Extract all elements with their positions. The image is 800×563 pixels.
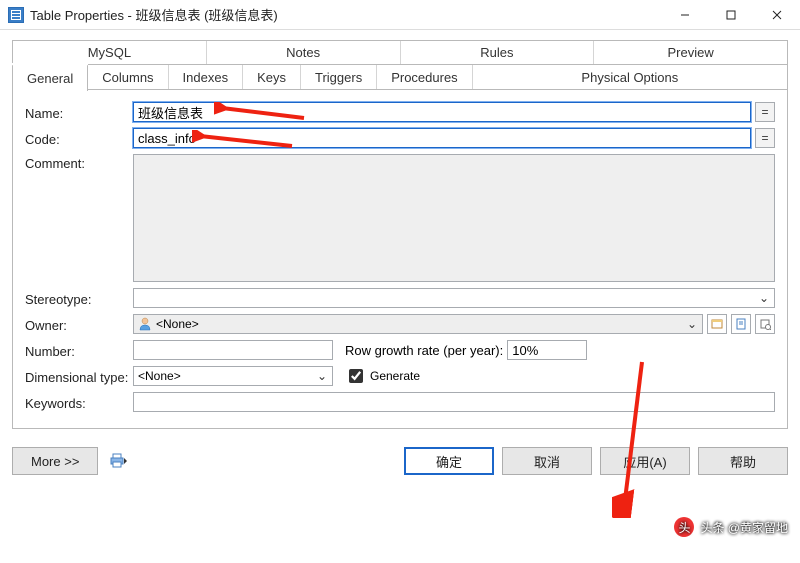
tab-procedures[interactable]: Procedures xyxy=(377,65,472,89)
code-input[interactable] xyxy=(133,128,751,148)
owner-browse-button[interactable] xyxy=(707,314,727,334)
dim-type-combo[interactable]: <None> ⌄ xyxy=(133,366,333,386)
code-label: Code: xyxy=(25,130,133,147)
row-growth-input[interactable] xyxy=(507,340,587,360)
name-eq-button[interactable]: = xyxy=(755,102,775,122)
keywords-label: Keywords: xyxy=(25,394,133,411)
keywords-input[interactable] xyxy=(133,392,775,412)
owner-label: Owner: xyxy=(25,316,133,333)
tab-triggers[interactable]: Triggers xyxy=(301,65,377,89)
generate-checkbox-wrap[interactable]: Generate xyxy=(345,366,420,386)
ok-button[interactable]: 确定 xyxy=(404,447,494,475)
watermark: 头 头条 @黄家留地 xyxy=(674,517,788,537)
title-bar: Table Properties - 班级信息表 (班级信息表) xyxy=(0,0,800,30)
more-button[interactable]: More >> xyxy=(12,447,98,475)
tab-physical-options[interactable]: Physical Options xyxy=(473,65,787,89)
help-button[interactable]: 帮助 xyxy=(698,447,788,475)
close-button[interactable] xyxy=(754,0,800,29)
code-eq-button[interactable]: = xyxy=(755,128,775,148)
number-input[interactable] xyxy=(133,340,333,360)
cancel-button[interactable]: 取消 xyxy=(502,447,592,475)
chevron-down-icon: ⌄ xyxy=(314,369,330,383)
number-label: Number: xyxy=(25,342,133,359)
dialog-footer: More >> 确定 取消 应用(A) 帮助 xyxy=(0,437,800,485)
generate-checkbox[interactable] xyxy=(349,369,363,383)
comment-textarea[interactable] xyxy=(133,154,775,282)
tab-rules[interactable]: Rules xyxy=(401,41,595,64)
minimize-button[interactable] xyxy=(662,0,708,29)
tab-columns[interactable]: Columns xyxy=(88,65,168,89)
tab-indexes[interactable]: Indexes xyxy=(169,65,244,89)
row-growth-label: Row growth rate (per year): xyxy=(345,343,503,358)
user-icon xyxy=(138,317,152,331)
owner-combo[interactable]: <None> ⌄ xyxy=(133,314,703,334)
owner-properties-button[interactable] xyxy=(731,314,751,334)
name-label: Name: xyxy=(25,104,133,121)
name-input[interactable] xyxy=(133,102,751,122)
print-icon-button[interactable] xyxy=(108,450,130,472)
app-icon xyxy=(8,7,24,23)
stereotype-combo[interactable]: ⌄ xyxy=(133,288,775,308)
stereotype-label: Stereotype: xyxy=(25,290,133,307)
chevron-down-icon: ⌄ xyxy=(684,317,700,331)
generate-label: Generate xyxy=(370,369,420,383)
tab-notes[interactable]: Notes xyxy=(207,41,401,64)
window-title: Table Properties - 班级信息表 (班级信息表) xyxy=(30,5,662,24)
watermark-icon: 头 xyxy=(674,517,694,537)
owner-value: <None> xyxy=(156,317,199,331)
dim-type-label: Dimensional type: xyxy=(25,368,133,385)
tab-keys[interactable]: Keys xyxy=(243,65,301,89)
upper-tab-bar: MySQL Notes Rules Preview xyxy=(12,40,788,64)
apply-button[interactable]: 应用(A) xyxy=(600,447,690,475)
general-panel: Name: = Code: = Comment: Stereotype: xyxy=(12,90,788,429)
watermark-text: 头条 @黄家留地 xyxy=(700,519,788,536)
tab-general[interactable]: General xyxy=(12,64,88,91)
dim-type-value: <None> xyxy=(138,369,181,383)
chevron-down-icon: ⌄ xyxy=(756,291,772,305)
tab-preview[interactable]: Preview xyxy=(594,41,787,64)
comment-label: Comment: xyxy=(25,154,133,171)
maximize-button[interactable] xyxy=(708,0,754,29)
tab-mysql[interactable]: MySQL xyxy=(13,41,207,64)
lower-tab-bar: General Columns Indexes Keys Triggers Pr… xyxy=(12,64,788,90)
owner-create-button[interactable] xyxy=(755,314,775,334)
